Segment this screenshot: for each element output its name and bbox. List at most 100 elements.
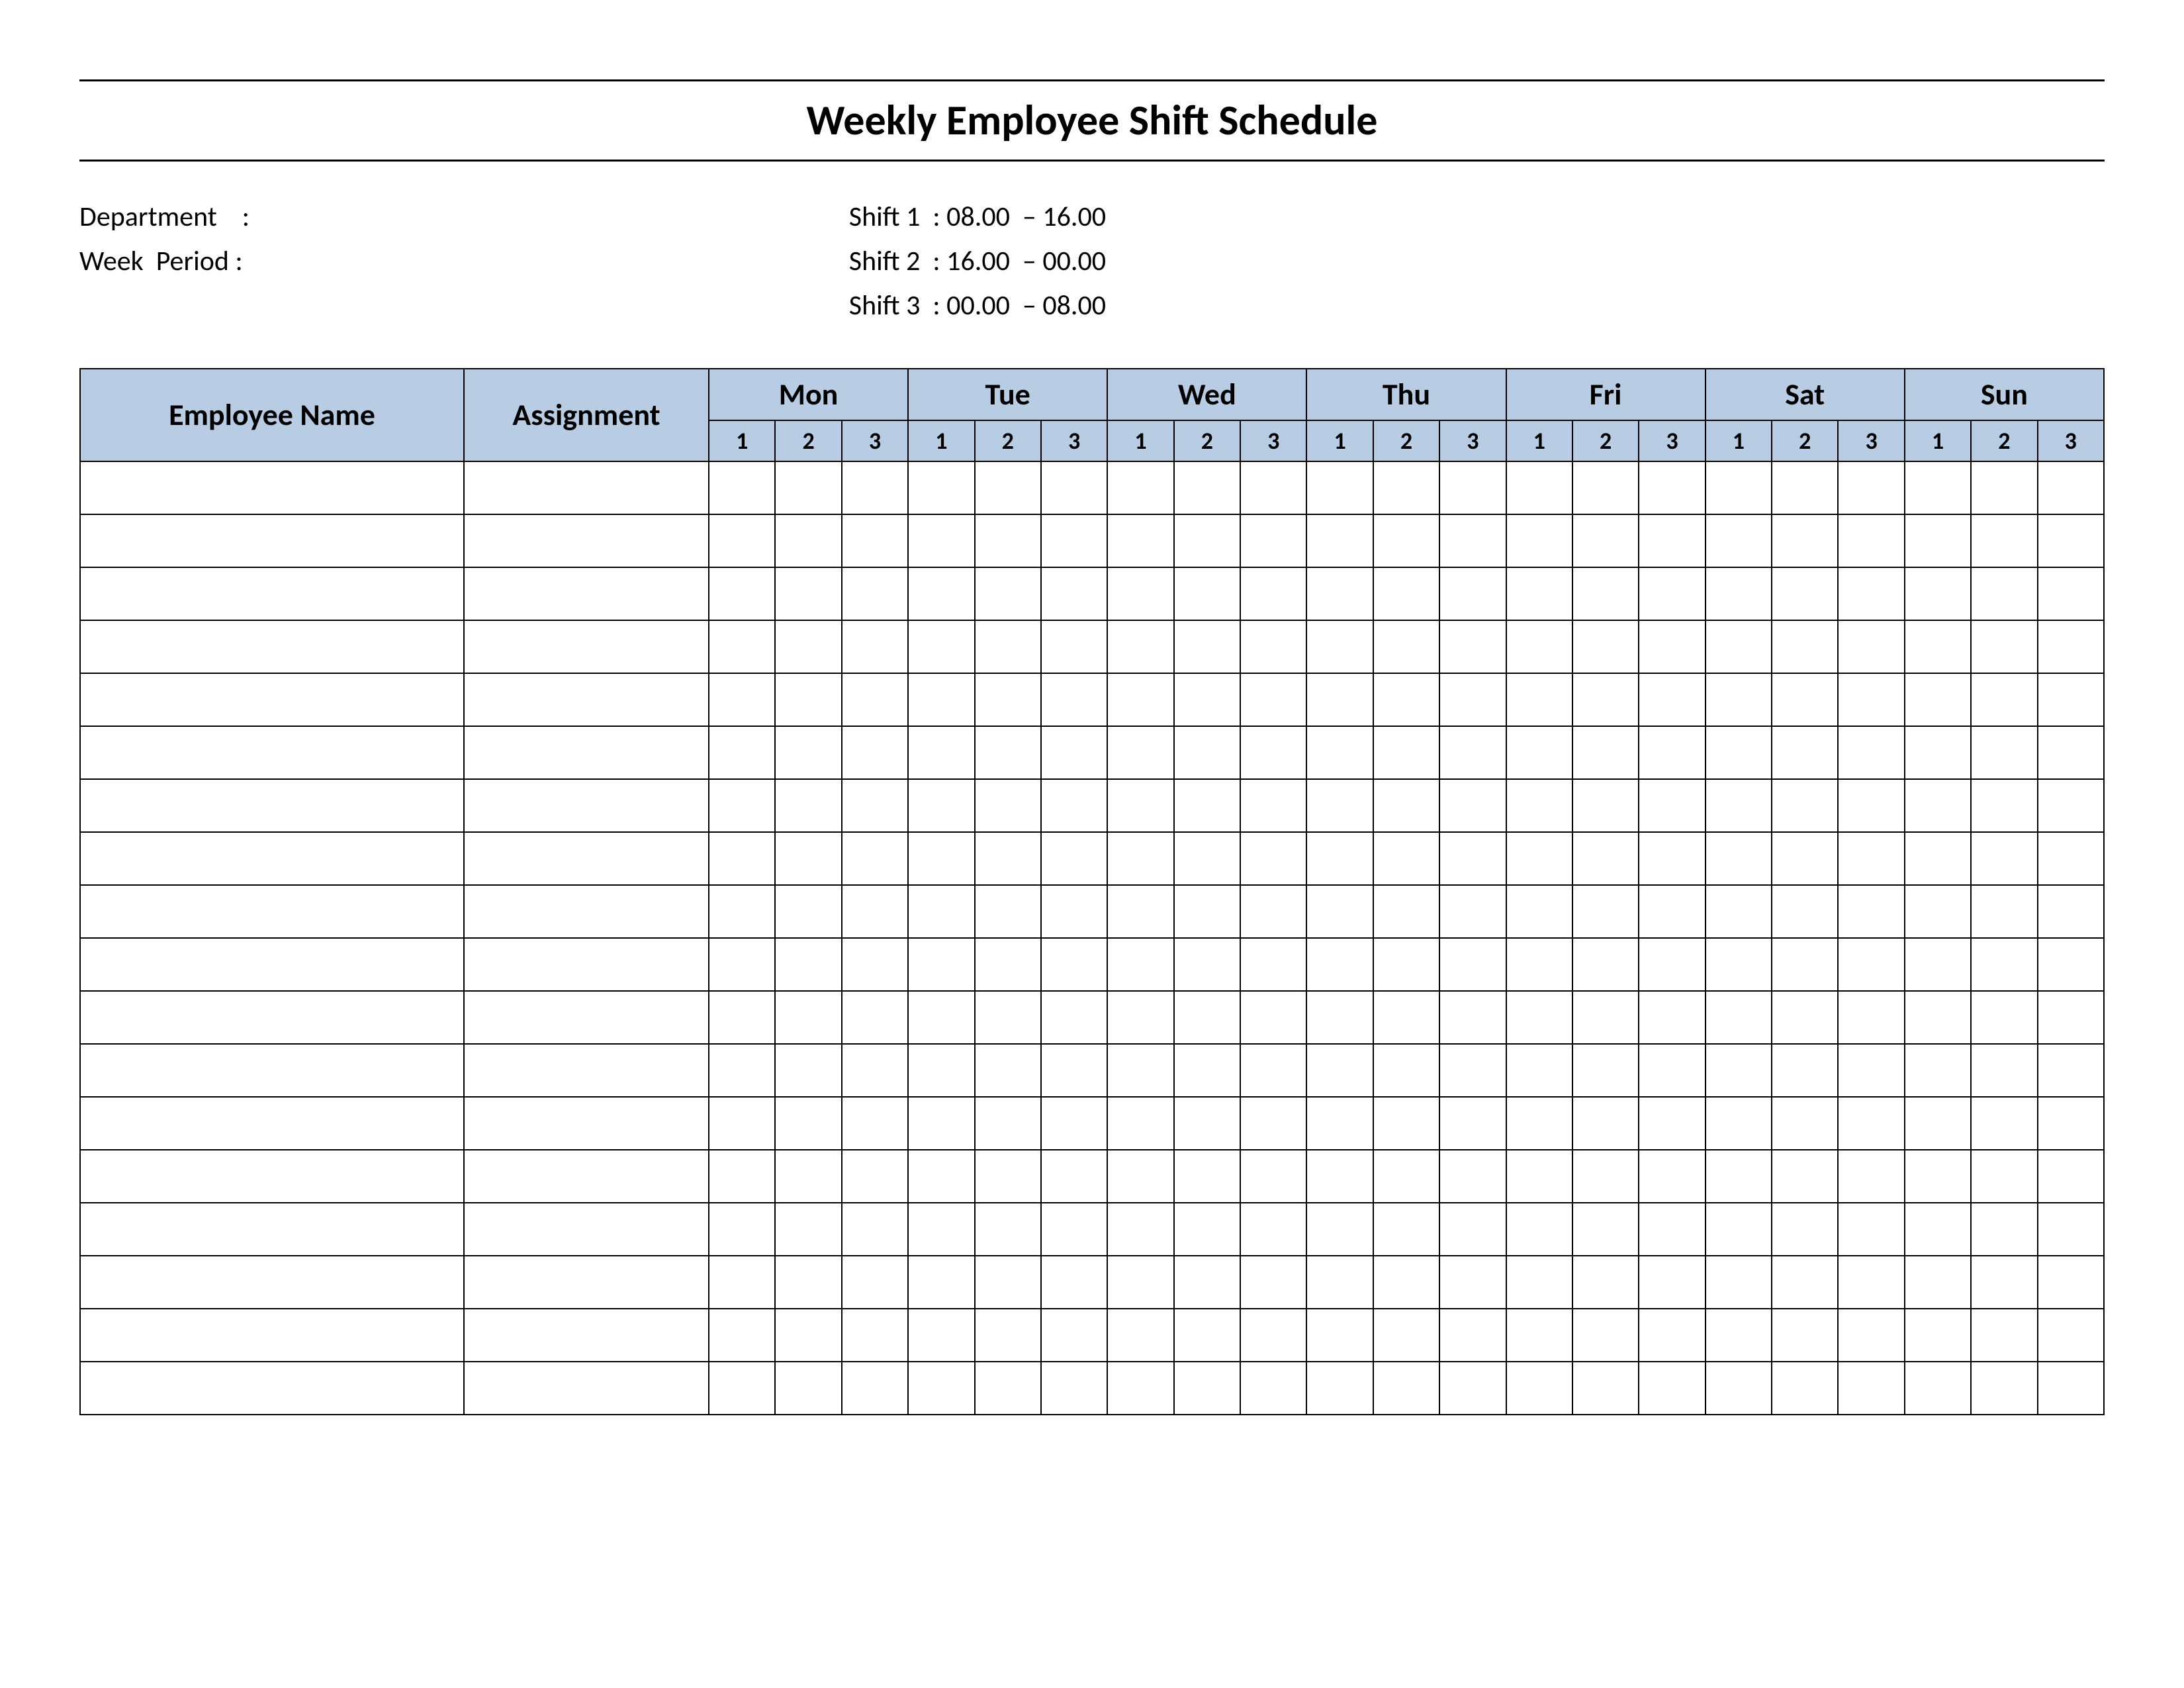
- cell-shift[interactable]: [1306, 779, 1373, 832]
- cell-shift[interactable]: [1506, 567, 1572, 620]
- cell-shift[interactable]: [842, 832, 908, 885]
- cell-shift[interactable]: [975, 779, 1041, 832]
- cell-shift[interactable]: [1306, 991, 1373, 1044]
- cell-shift[interactable]: [1439, 779, 1506, 832]
- cell-shift[interactable]: [1373, 673, 1439, 726]
- cell-shift[interactable]: [1772, 1309, 1838, 1362]
- cell-shift[interactable]: [709, 885, 775, 938]
- cell-shift[interactable]: [842, 620, 908, 673]
- cell-shift[interactable]: [1706, 1256, 1772, 1309]
- cell-shift[interactable]: [775, 1362, 841, 1415]
- cell-shift[interactable]: [1971, 514, 2037, 567]
- cell-shift[interactable]: [1373, 514, 1439, 567]
- cell-shift[interactable]: [1772, 832, 1838, 885]
- cell-shift[interactable]: [1838, 1044, 1904, 1097]
- cell-shift[interactable]: [1905, 1203, 1971, 1256]
- cell-shift[interactable]: [1971, 567, 2037, 620]
- cell-shift[interactable]: [1306, 1309, 1373, 1362]
- cell-shift[interactable]: [1439, 620, 1506, 673]
- cell-shift[interactable]: [1772, 938, 1838, 991]
- cell-assignment[interactable]: [464, 726, 709, 779]
- cell-shift[interactable]: [1174, 461, 1240, 514]
- cell-shift[interactable]: [2038, 726, 2105, 779]
- cell-shift[interactable]: [1639, 832, 1705, 885]
- cell-shift[interactable]: [975, 1044, 1041, 1097]
- cell-shift[interactable]: [1240, 514, 1306, 567]
- cell-shift[interactable]: [1572, 938, 1639, 991]
- cell-shift[interactable]: [1838, 1150, 1904, 1203]
- cell-assignment[interactable]: [464, 673, 709, 726]
- cell-employee-name[interactable]: [80, 1150, 464, 1203]
- cell-shift[interactable]: [1838, 1309, 1904, 1362]
- cell-shift[interactable]: [1107, 991, 1173, 1044]
- cell-shift[interactable]: [1905, 1044, 1971, 1097]
- cell-shift[interactable]: [1041, 885, 1107, 938]
- cell-employee-name[interactable]: [80, 1362, 464, 1415]
- cell-shift[interactable]: [1905, 461, 1971, 514]
- cell-shift[interactable]: [1639, 1150, 1705, 1203]
- cell-shift[interactable]: [1971, 620, 2037, 673]
- cell-assignment[interactable]: [464, 1097, 709, 1150]
- cell-shift[interactable]: [1240, 991, 1306, 1044]
- cell-shift[interactable]: [842, 1044, 908, 1097]
- cell-shift[interactable]: [1905, 1309, 1971, 1362]
- cell-shift[interactable]: [1572, 1256, 1639, 1309]
- cell-shift[interactable]: [709, 1309, 775, 1362]
- cell-shift[interactable]: [842, 885, 908, 938]
- cell-shift[interactable]: [1506, 726, 1572, 779]
- cell-shift[interactable]: [1306, 514, 1373, 567]
- cell-shift[interactable]: [775, 938, 841, 991]
- cell-employee-name[interactable]: [80, 620, 464, 673]
- cell-shift[interactable]: [1041, 567, 1107, 620]
- cell-shift[interactable]: [1306, 567, 1373, 620]
- cell-shift[interactable]: [1373, 461, 1439, 514]
- cell-shift[interactable]: [1639, 620, 1705, 673]
- cell-shift[interactable]: [1971, 1362, 2037, 1415]
- cell-shift[interactable]: [1905, 991, 1971, 1044]
- cell-shift[interactable]: [1240, 620, 1306, 673]
- cell-shift[interactable]: [1572, 567, 1639, 620]
- cell-shift[interactable]: [842, 461, 908, 514]
- cell-shift[interactable]: [1439, 991, 1506, 1044]
- cell-shift[interactable]: [1971, 726, 2037, 779]
- cell-employee-name[interactable]: [80, 991, 464, 1044]
- cell-shift[interactable]: [1174, 673, 1240, 726]
- cell-shift[interactable]: [842, 1097, 908, 1150]
- cell-shift[interactable]: [1041, 1256, 1107, 1309]
- cell-shift[interactable]: [908, 1150, 974, 1203]
- cell-shift[interactable]: [1041, 832, 1107, 885]
- cell-shift[interactable]: [1706, 991, 1772, 1044]
- cell-shift[interactable]: [975, 938, 1041, 991]
- cell-shift[interactable]: [1373, 779, 1439, 832]
- cell-shift[interactable]: [1240, 726, 1306, 779]
- cell-shift[interactable]: [2038, 1097, 2105, 1150]
- cell-shift[interactable]: [1373, 567, 1439, 620]
- cell-shift[interactable]: [1107, 514, 1173, 567]
- cell-shift[interactable]: [1572, 1309, 1639, 1362]
- cell-shift[interactable]: [1706, 1203, 1772, 1256]
- cell-shift[interactable]: [1373, 1044, 1439, 1097]
- cell-shift[interactable]: [1971, 673, 2037, 726]
- cell-shift[interactable]: [1107, 1203, 1173, 1256]
- cell-shift[interactable]: [1506, 1097, 1572, 1150]
- cell-shift[interactable]: [1306, 885, 1373, 938]
- cell-shift[interactable]: [775, 514, 841, 567]
- cell-shift[interactable]: [1971, 1150, 2037, 1203]
- cell-shift[interactable]: [1174, 832, 1240, 885]
- cell-shift[interactable]: [1971, 461, 2037, 514]
- cell-shift[interactable]: [842, 1256, 908, 1309]
- cell-assignment[interactable]: [464, 1203, 709, 1256]
- cell-shift[interactable]: [1706, 779, 1772, 832]
- cell-shift[interactable]: [1041, 620, 1107, 673]
- cell-shift[interactable]: [1639, 885, 1705, 938]
- cell-shift[interactable]: [1439, 1203, 1506, 1256]
- cell-shift[interactable]: [1971, 832, 2037, 885]
- cell-shift[interactable]: [1772, 1097, 1838, 1150]
- cell-employee-name[interactable]: [80, 514, 464, 567]
- cell-shift[interactable]: [709, 461, 775, 514]
- cell-shift[interactable]: [1107, 461, 1173, 514]
- cell-shift[interactable]: [1306, 1150, 1373, 1203]
- cell-shift[interactable]: [1373, 1097, 1439, 1150]
- cell-assignment[interactable]: [464, 779, 709, 832]
- cell-shift[interactable]: [842, 567, 908, 620]
